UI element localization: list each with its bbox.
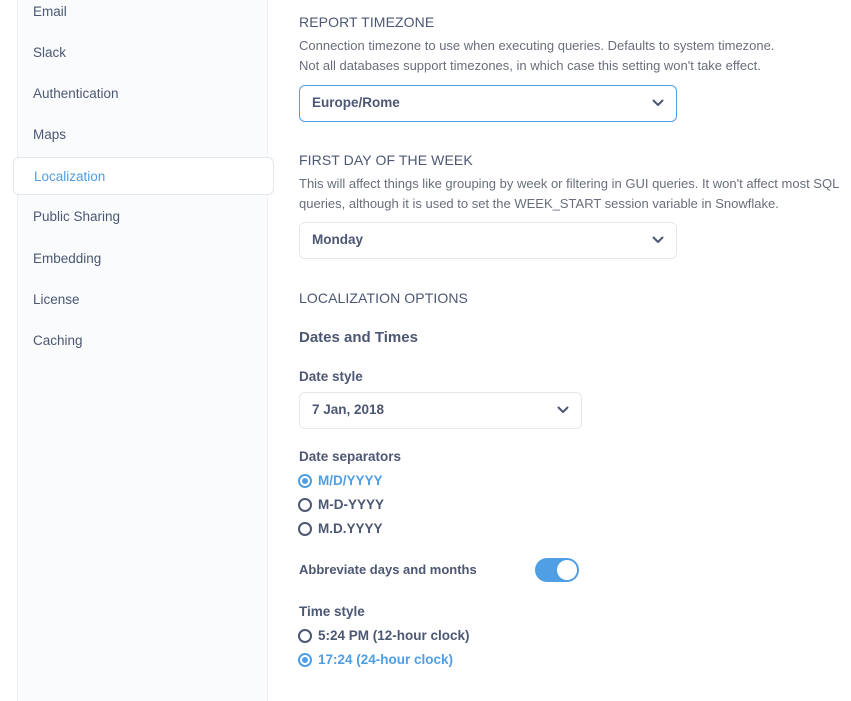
chevron-down-icon [652,99,664,106]
sidebar-item-public-sharing[interactable]: Public Sharing [33,208,120,226]
report-timezone-description: Connection timezone to use when executin… [299,38,775,53]
abbreviate-label: Abbreviate days and months [299,562,477,577]
sidebar-item-label: Localization [34,169,106,184]
radio-label: M-D-YYYY [318,497,385,512]
time-style-label: Time style [299,604,365,619]
report-timezone-description-2: Not all databases support timezones, in … [299,58,761,73]
date-style-label: Date style [299,369,363,384]
settings-main: REPORT TIMEZONE Connection timezone to u… [269,0,851,701]
dates-and-times-heading: Dates and Times [299,329,418,346]
sidebar-item-email[interactable]: Email [33,3,67,21]
report-timezone-title: REPORT TIMEZONE [299,14,435,30]
abbreviate-toggle[interactable] [535,558,579,582]
sidebar-item-embedding[interactable]: Embedding [33,250,101,268]
report-timezone-value: Europe/Rome [312,95,400,110]
report-timezone-select[interactable]: Europe/Rome [299,85,677,122]
sidebar-item-maps[interactable]: Maps [33,126,66,144]
sidebar-item-localization[interactable]: Localization [13,157,274,195]
first-day-value: Monday [312,232,364,247]
radio-unselected-icon[interactable] [298,497,312,512]
date-separators-label: Date separators [299,449,402,464]
radio-selected-icon[interactable] [298,652,312,667]
chevron-down-icon [652,236,664,243]
sidebar-item-caching[interactable]: Caching [33,332,83,350]
first-day-title: FIRST DAY OF THE WEEK [299,152,473,168]
separator-option-slash[interactable]: M/D/YYYY [298,473,383,488]
radio-unselected-icon[interactable] [298,521,312,536]
sidebar-item-authentication[interactable]: Authentication [33,85,119,103]
settings-sidebar: Email Slack Authentication Maps Localiza… [13,0,274,701]
radio-label: 17:24 (24-hour clock) [318,652,454,667]
radio-label: M.D.YYYY [318,521,383,536]
radio-selected-icon[interactable] [298,473,312,488]
time-style-option-24h[interactable]: 17:24 (24-hour clock) [298,652,453,667]
first-day-select[interactable]: Monday [299,222,677,259]
separator-option-dash[interactable]: M-D-YYYY [298,497,384,512]
date-style-select[interactable]: 7 Jan, 2018 [299,392,582,429]
toggle-knob [557,560,577,580]
separator-option-dot[interactable]: M.D.YYYY [298,521,383,536]
sidebar-item-license[interactable]: License [33,291,80,309]
localization-options-title: LOCALIZATION OPTIONS [299,290,468,306]
date-style-value: 7 Jan, 2018 [312,402,385,417]
radio-label: M/D/YYYY [318,473,383,488]
first-day-description: This will affect things like grouping by… [299,176,840,191]
radio-unselected-icon[interactable] [298,628,312,643]
time-style-option-12h[interactable]: 5:24 PM (12-hour clock) [298,628,470,643]
sidebar-item-slack[interactable]: Slack [33,44,66,62]
chevron-down-icon [557,406,569,413]
first-day-description-2: queries, although it is used to set the … [299,196,779,211]
radio-label: 5:24 PM (12-hour clock) [318,628,470,643]
